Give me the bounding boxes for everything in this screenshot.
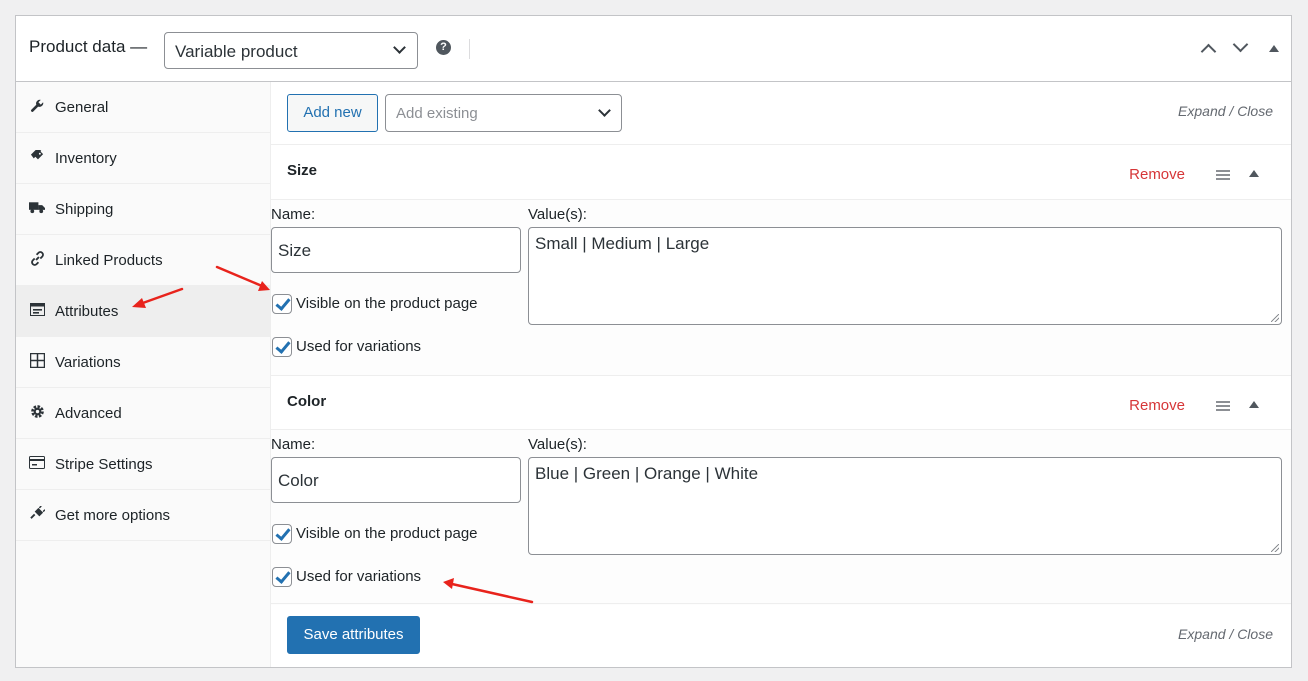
chevron-down-icon: [393, 41, 406, 54]
attribute-values-text: Small | Medium | Large: [535, 234, 710, 253]
tab-inventory[interactable]: Inventory: [16, 133, 270, 184]
visible-on-product-page-option: Visible on the product page: [271, 524, 511, 546]
visible-on-product-page-option: Visible on the product page: [271, 294, 511, 316]
tab-label: Stripe Settings: [55, 456, 153, 473]
expand-close-link[interactable]: Expand / Close: [1178, 626, 1273, 642]
truck-icon: [29, 199, 45, 215]
name-label: Name:: [271, 206, 316, 223]
visible-checkbox[interactable]: [272, 524, 292, 544]
used-for-variations-option: Used for variations: [271, 567, 511, 589]
tab-linked-products[interactable]: Linked Products: [16, 235, 270, 286]
values-label: Value(s):: [528, 206, 587, 223]
attribute-body: Name: Color Value(s): Blue | Green | Ora…: [271, 430, 1291, 605]
attribute-name-value: Color: [278, 471, 319, 490]
plug-icon: [29, 505, 45, 521]
chevron-down-icon: [598, 104, 611, 117]
resize-handle-icon[interactable]: [1271, 544, 1279, 552]
attribute-header[interactable]: Size Remove: [271, 145, 1291, 200]
tab-label: Get more options: [55, 507, 171, 524]
toggle-attribute-icon[interactable]: [1249, 401, 1259, 408]
drag-handle-icon[interactable]: [1216, 401, 1230, 413]
toggle-panel-icon[interactable]: [1269, 45, 1279, 52]
save-attributes-button[interactable]: Save attributes: [287, 616, 420, 654]
panel-header: Product data — Variable product ?: [16, 16, 1291, 82]
remove-attribute-link[interactable]: Remove: [1129, 397, 1185, 414]
variations-label: Used for variations: [296, 338, 422, 355]
add-existing-placeholder: Add existing: [396, 105, 478, 122]
attribute-name-input[interactable]: Size: [271, 227, 521, 273]
product-type-value: Variable product: [175, 42, 298, 61]
product-data-panel: Product data — Variable product ? Genera…: [15, 15, 1292, 668]
values-label: Value(s):: [528, 436, 587, 453]
attribute-size: Size Remove Name: Size Value(s): Small |…: [271, 145, 1291, 375]
tab-shipping[interactable]: Shipping: [16, 184, 270, 235]
tag-icon: [29, 148, 45, 164]
help-icon[interactable]: ?: [436, 40, 451, 55]
variations-checkbox[interactable]: [272, 567, 292, 587]
resize-handle-icon[interactable]: [1271, 314, 1279, 322]
tab-label: Attributes: [55, 303, 119, 320]
tab-label: Inventory: [55, 150, 117, 167]
list-card-icon: [29, 301, 45, 317]
attributes-panel: Add new Add existing Expand / Close Size…: [271, 82, 1291, 667]
attribute-header[interactable]: Color Remove: [271, 375, 1291, 430]
attribute-title: Color: [287, 393, 327, 410]
gear-icon: [29, 403, 45, 419]
product-type-select[interactable]: Variable product: [164, 32, 418, 69]
attribute-values-textarea[interactable]: Small | Medium | Large: [528, 227, 1282, 325]
tab-label: General: [55, 99, 109, 116]
tab-label: Advanced: [55, 405, 122, 422]
drag-handle-icon[interactable]: [1216, 170, 1230, 182]
name-label: Name:: [271, 436, 316, 453]
attribute-name-input[interactable]: Color: [271, 457, 521, 503]
tab-label: Linked Products: [55, 252, 163, 269]
tab-variations[interactable]: Variations: [16, 337, 270, 388]
attribute-name-value: Size: [278, 241, 312, 260]
card-icon: [29, 454, 45, 470]
attributes-footer: Save attributes Expand / Close: [271, 603, 1291, 667]
panel-title: Product data —: [29, 37, 148, 56]
variations-checkbox[interactable]: [272, 337, 292, 357]
tab-label: Variations: [55, 354, 121, 371]
remove-attribute-link[interactable]: Remove: [1129, 166, 1185, 183]
header-divider: [469, 39, 470, 59]
tab-general[interactable]: General: [16, 82, 270, 133]
grid-icon: [29, 352, 45, 368]
attributes-toolbar: Add new Add existing Expand / Close: [271, 82, 1291, 145]
wrench-icon: [29, 97, 45, 113]
move-up-icon[interactable]: [1200, 43, 1217, 60]
toggle-attribute-icon[interactable]: [1249, 170, 1259, 177]
used-for-variations-option: Used for variations: [271, 337, 511, 359]
attribute-values-text: Blue | Green | Orange | White: [535, 464, 759, 483]
attribute-title: Size: [287, 162, 318, 179]
attribute-color: Color Remove Name: Color Value(s): Blue …: [271, 375, 1291, 605]
add-existing-select[interactable]: Add existing: [385, 94, 622, 132]
tab-stripe-settings[interactable]: Stripe Settings: [16, 439, 270, 490]
attribute-body: Name: Size Value(s): Small | Medium | La…: [271, 200, 1291, 375]
visible-label: Visible on the product page: [296, 525, 478, 542]
add-new-button[interactable]: Add new: [287, 94, 378, 132]
tab-get-more-options[interactable]: Get more options: [16, 490, 270, 541]
product-data-tabs: General Inventory Shipping Linked Produc…: [16, 82, 271, 667]
visible-checkbox[interactable]: [272, 294, 292, 314]
tab-advanced[interactable]: Advanced: [16, 388, 270, 439]
expand-close-link[interactable]: Expand / Close: [1178, 103, 1273, 119]
tab-attributes[interactable]: Attributes: [16, 286, 270, 337]
attribute-values-textarea[interactable]: Blue | Green | Orange | White: [528, 457, 1282, 555]
move-down-icon[interactable]: [1232, 36, 1249, 53]
tab-label: Shipping: [55, 201, 114, 218]
link-icon: [29, 250, 45, 266]
visible-label: Visible on the product page: [296, 295, 478, 312]
variations-label: Used for variations: [296, 568, 422, 585]
